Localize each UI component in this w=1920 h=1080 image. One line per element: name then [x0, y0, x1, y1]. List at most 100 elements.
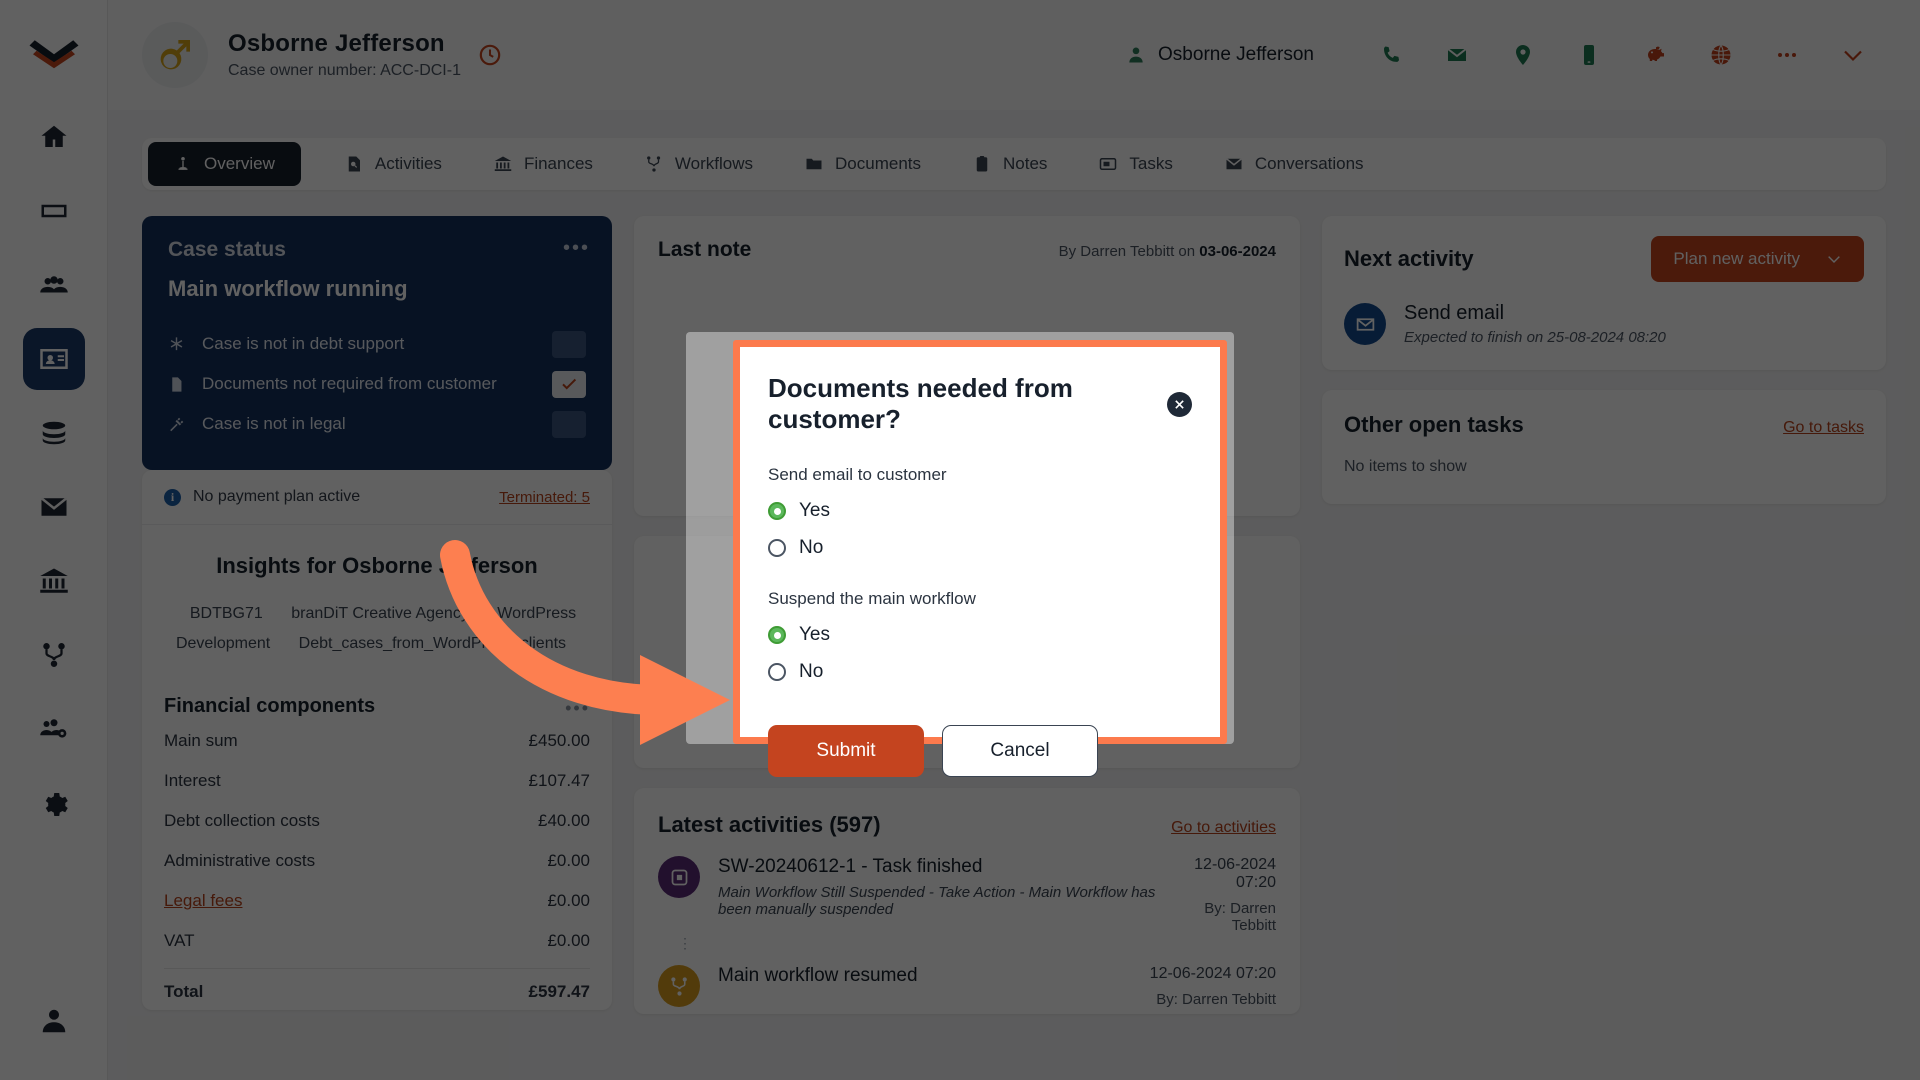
- page-title: Osborne Jefferson: [228, 30, 445, 57]
- sidebar-item-settings[interactable]: [23, 772, 85, 834]
- case-status-row: Case is not in legal: [168, 404, 586, 444]
- payment-insights-card: i No payment plan active Terminated: 5 I…: [142, 470, 612, 1010]
- insight-tag: branDiT Creative Agency: [291, 605, 469, 622]
- close-icon[interactable]: [1167, 391, 1192, 417]
- tab-label: Tasks: [1129, 154, 1173, 173]
- avatar: [142, 22, 208, 88]
- case-status-checkbox[interactable]: [552, 370, 586, 398]
- next-activity-item[interactable]: Send email Expected to finish on 25-08-2…: [1322, 282, 1886, 370]
- insight-tag: Debt_cases_from_WordPress_clients: [298, 635, 567, 652]
- conversations-icon: [1225, 158, 1242, 170]
- financial-label: VAT: [164, 931, 195, 950]
- more-options-icon[interactable]: •••: [563, 238, 590, 258]
- radio-send-email-yes[interactable]: Yes: [768, 500, 1192, 522]
- tab-documents[interactable]: Documents: [779, 142, 947, 186]
- tab-activities[interactable]: Activities: [319, 142, 468, 186]
- case-owner-number: Case owner number: ACC-DCI-1: [228, 62, 461, 79]
- sidebar-item-mail[interactable]: [23, 476, 85, 538]
- tab-notes[interactable]: Notes: [947, 142, 1073, 186]
- chevron-down-icon: [1828, 256, 1840, 264]
- dialog-actions: Submit Cancel: [768, 725, 1192, 777]
- more-options-icon[interactable]: [1754, 43, 1820, 67]
- documents-needed-dialog: Documents needed from customer? Send ema…: [733, 340, 1227, 777]
- cancel-button[interactable]: Cancel: [942, 725, 1098, 777]
- tab-overview[interactable]: Overview: [148, 142, 301, 186]
- phone-icon[interactable]: [1358, 43, 1424, 67]
- activity-meta: 12-06-2024 07:20 By: Darren Tebbitt: [1184, 856, 1276, 934]
- sidebar-item-user-account[interactable]: [23, 990, 85, 1052]
- sidebar-item-customers[interactable]: [23, 254, 85, 316]
- folder-icon: [806, 158, 822, 170]
- activity-date: 12-06-2024 07:20: [1194, 856, 1276, 891]
- header-contact[interactable]: Osborne Jefferson: [1126, 44, 1314, 66]
- go-to-activities-link[interactable]: Go to activities: [1171, 819, 1276, 837]
- financial-value: £107.47: [528, 771, 590, 790]
- case-status-checkbox[interactable]: [552, 410, 586, 438]
- mobile-phone-icon[interactable]: [1556, 43, 1622, 67]
- sidebar-item-workflows[interactable]: [23, 624, 85, 686]
- sidebar-item-cases[interactable]: [23, 180, 85, 242]
- activity-item[interactable]: Main workflow resumed 12-06-2024 07:20 B…: [634, 947, 1300, 1014]
- piggy-bank-icon[interactable]: [1622, 43, 1688, 67]
- eye-icon[interactable]: [479, 44, 501, 66]
- go-to-tasks-link[interactable]: Go to tasks: [1783, 419, 1864, 437]
- email-icon[interactable]: [1424, 43, 1490, 67]
- tab-label: Activities: [374, 154, 442, 173]
- sidebar-item-data[interactable]: [23, 402, 85, 464]
- tab-finances[interactable]: Finances: [468, 142, 619, 186]
- tab-conversations[interactable]: Conversations: [1199, 142, 1390, 186]
- tab-workflows[interactable]: Workflows: [619, 142, 779, 186]
- radio-button[interactable]: [768, 663, 786, 681]
- activity-item[interactable]: SW-20240612-1 - Task finished Main Workf…: [634, 838, 1300, 940]
- workflow-icon: [658, 965, 700, 1007]
- workflow-icon: [647, 156, 661, 172]
- financial-label: Main sum: [164, 731, 238, 750]
- more-options-icon[interactable]: •••: [565, 699, 590, 717]
- financial-value: £0.00: [547, 931, 590, 950]
- activity-author: By: Darren Tebbitt: [1156, 991, 1276, 1008]
- field-label-suspend-workflow: Suspend the main workflow: [768, 589, 976, 608]
- plan-new-activity-label: Plan new activity: [1673, 249, 1800, 268]
- tab-tasks[interactable]: Tasks: [1073, 142, 1198, 186]
- radio-button[interactable]: [768, 502, 786, 520]
- logo-icon[interactable]: [26, 24, 82, 80]
- latest-activities-title: Latest activities (597): [658, 812, 881, 837]
- radio-suspend-yes[interactable]: Yes: [768, 624, 1192, 646]
- radio-suspend-no[interactable]: No: [768, 661, 1192, 683]
- submit-button[interactable]: Submit: [768, 725, 924, 777]
- page-header: Osborne Jefferson Case owner number: ACC…: [108, 0, 1920, 110]
- tasks-icon: [1100, 158, 1117, 170]
- case-status-subtitle: Main workflow running: [168, 276, 408, 301]
- next-activity-item-title: Send email: [1404, 302, 1505, 324]
- next-activity-card: Next activity Plan new activity Send ema…: [1322, 216, 1886, 370]
- location-pin-icon[interactable]: [1490, 43, 1556, 67]
- financial-row: Interest £107.47: [164, 764, 590, 798]
- main-sidebar: [0, 0, 108, 1080]
- chevron-down-icon[interactable]: [1820, 43, 1886, 67]
- legal-fees-link[interactable]: Legal fees: [164, 891, 242, 911]
- plan-new-activity-button[interactable]: Plan new activity: [1651, 236, 1864, 282]
- sidebar-item-contacts[interactable]: [22, 328, 85, 390]
- terminated-link[interactable]: Terminated: 5: [499, 489, 590, 506]
- case-status-card: ••• Case status Main workflow running Ca…: [142, 216, 612, 470]
- sidebar-item-finances[interactable]: [23, 550, 85, 612]
- financial-total-label: Total: [164, 981, 204, 1001]
- sidebar-item-teams[interactable]: [23, 698, 85, 760]
- financial-row: VAT £0.00: [164, 924, 590, 958]
- activity-title: SW-20240612-1 - Task finished: [718, 856, 983, 877]
- latest-activities-card: Latest activities (597) Go to activities…: [634, 788, 1300, 1014]
- case-status-checkbox[interactable]: [552, 330, 586, 358]
- insights-tags: BDTBG71 branDiT Creative Agency WordPres…: [164, 599, 590, 659]
- sidebar-item-home[interactable]: [23, 106, 85, 168]
- radio-send-email-no[interactable]: No: [768, 537, 1192, 559]
- globe-icon[interactable]: [1688, 43, 1754, 67]
- activity-author: By: Darren Tebbitt: [1204, 900, 1276, 934]
- tab-label: Notes: [1003, 154, 1048, 173]
- financial-row: Debt collection costs £40.00: [164, 804, 590, 838]
- activity-date: 12-06-2024 07:20: [1149, 965, 1276, 982]
- person-icon: [1129, 47, 1143, 63]
- financial-label: Interest: [164, 771, 221, 790]
- other-open-tasks-header: Other open tasks Go to tasks: [1322, 390, 1886, 438]
- radio-button[interactable]: [768, 626, 786, 644]
- radio-button[interactable]: [768, 539, 786, 557]
